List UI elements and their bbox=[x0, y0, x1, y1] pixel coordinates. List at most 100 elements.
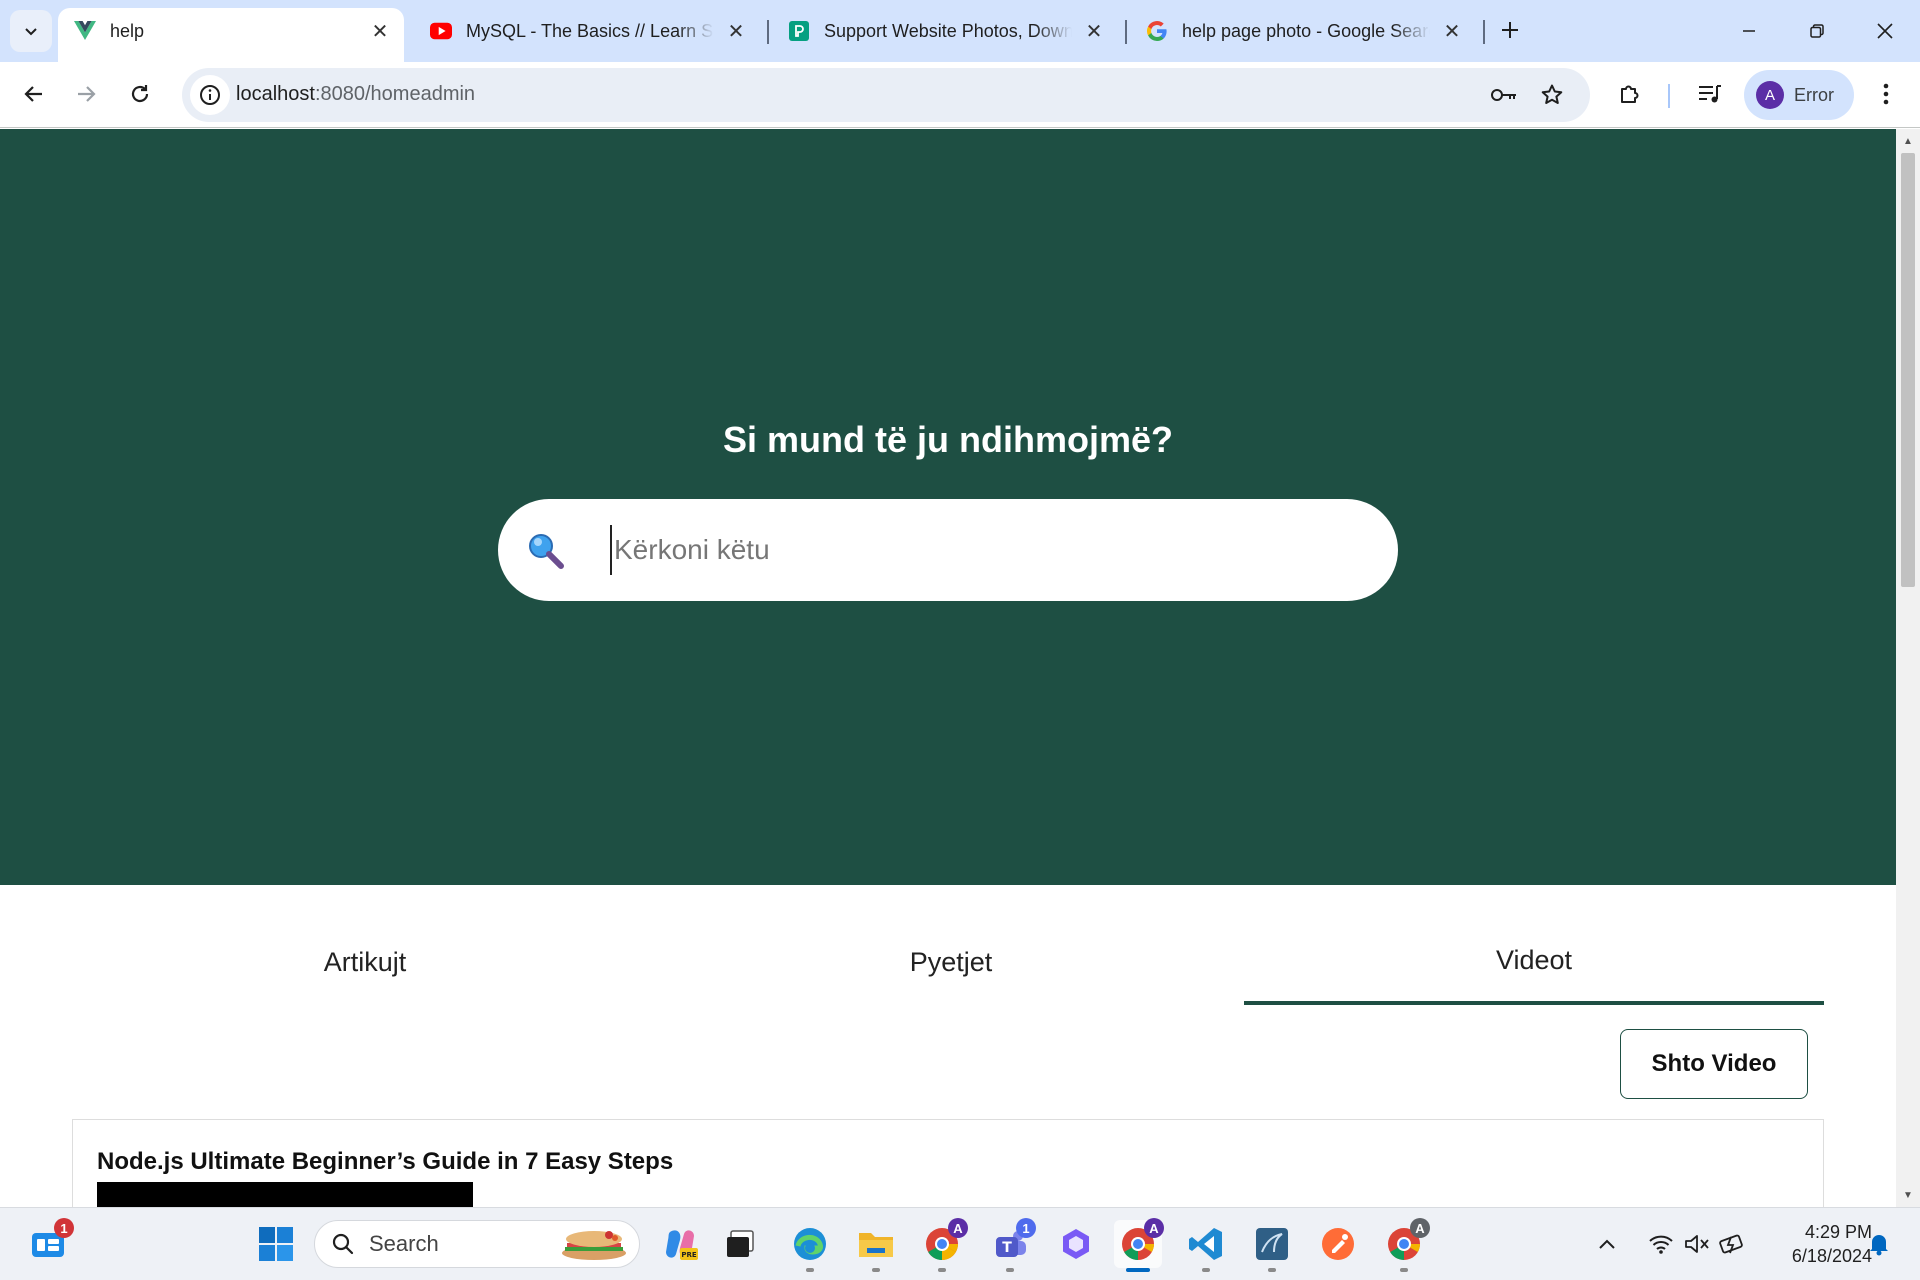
widgets-badge: 1 bbox=[54, 1218, 74, 1238]
close-window-button[interactable] bbox=[1852, 0, 1918, 62]
browser-tab-pexels[interactable]: Support Website Photos, Download ✕ bbox=[772, 8, 1118, 54]
teams-app[interactable]: T 1 bbox=[986, 1218, 1036, 1272]
running-indicator bbox=[1202, 1268, 1210, 1272]
chrome-app[interactable]: A bbox=[1114, 1218, 1164, 1272]
task-view-icon bbox=[727, 1230, 754, 1257]
postman-icon bbox=[1322, 1228, 1354, 1260]
video-player[interactable] bbox=[97, 1182, 473, 1207]
wifi-button[interactable] bbox=[1644, 1220, 1678, 1268]
close-icon[interactable]: ✕ bbox=[724, 19, 748, 43]
profile-status-label: Error bbox=[1794, 84, 1834, 105]
restore-button[interactable] bbox=[1784, 0, 1850, 62]
browser-tab-mysql[interactable]: MySQL - The Basics // Learn SQL ✕ bbox=[414, 8, 760, 54]
mysql-workbench-app[interactable] bbox=[1248, 1220, 1296, 1272]
key-icon bbox=[1491, 89, 1516, 101]
tab-artikujt[interactable]: Artikujt bbox=[72, 919, 658, 1005]
queue-music-icon bbox=[1699, 85, 1721, 103]
chrome-profile-badge: A bbox=[1410, 1218, 1430, 1238]
chevron-up-icon bbox=[1599, 1239, 1615, 1249]
edge-icon bbox=[794, 1228, 826, 1260]
browser-menu-button[interactable] bbox=[1866, 74, 1906, 114]
minimize-button[interactable] bbox=[1716, 0, 1782, 62]
battery-button[interactable] bbox=[1716, 1220, 1750, 1268]
taskbar-clock[interactable]: 4:29 PM 6/18/2024 bbox=[1762, 1220, 1872, 1268]
minimize-icon bbox=[1743, 30, 1755, 32]
copilot-app[interactable]: PRE bbox=[656, 1220, 704, 1268]
new-tab-button[interactable] bbox=[1492, 12, 1528, 48]
back-button[interactable] bbox=[12, 72, 56, 116]
tab-separator bbox=[1125, 20, 1127, 44]
mysql-workbench-icon bbox=[1256, 1228, 1288, 1260]
help-search-box[interactable] bbox=[498, 499, 1398, 601]
edge-app[interactable] bbox=[786, 1220, 834, 1272]
info-icon bbox=[200, 85, 220, 105]
show-hidden-icons-button[interactable] bbox=[1590, 1220, 1624, 1268]
close-icon[interactable]: ✕ bbox=[1440, 19, 1464, 43]
chrome-profile-app[interactable]: A bbox=[918, 1218, 968, 1272]
chevron-down-icon bbox=[25, 28, 37, 36]
close-icon[interactable]: ✕ bbox=[1082, 19, 1106, 43]
magnifier-icon bbox=[529, 534, 564, 569]
avatar: A bbox=[1756, 81, 1784, 109]
running-indicator bbox=[1268, 1268, 1276, 1272]
wifi-icon bbox=[1649, 1235, 1673, 1254]
reload-button[interactable] bbox=[118, 72, 162, 116]
folder-icon bbox=[859, 1233, 893, 1257]
restore-icon bbox=[1810, 24, 1824, 38]
scroll-up-icon[interactable]: ▲ bbox=[1902, 135, 1914, 147]
bookmark-star-button[interactable] bbox=[1534, 77, 1570, 113]
copilot-hub-app[interactable] bbox=[1052, 1220, 1100, 1268]
browser-toolbar: localhost:8080/homeadmin A Error bbox=[0, 62, 1920, 128]
notifications-button[interactable] bbox=[1862, 1220, 1896, 1268]
pexels-icon bbox=[788, 20, 810, 42]
video-title[interactable]: Node.js Ultimate Beginner’s Guide in 7 E… bbox=[97, 1148, 673, 1176]
file-explorer-app[interactable] bbox=[852, 1220, 900, 1272]
tab-videot[interactable]: Videot bbox=[1244, 919, 1824, 1005]
password-key-button[interactable] bbox=[1486, 77, 1522, 113]
arrow-right-icon bbox=[78, 86, 96, 102]
page-title: Si mund të ju ndihmojmë? bbox=[723, 419, 1173, 460]
page-scrollbar[interactable]: ▲ ▼ bbox=[1896, 129, 1920, 1207]
close-icon bbox=[1877, 23, 1893, 39]
running-indicator bbox=[1400, 1268, 1408, 1272]
extensions-button[interactable] bbox=[1610, 74, 1650, 114]
running-indicator bbox=[1126, 1268, 1150, 1272]
browser-tab-help[interactable]: help ✕ bbox=[58, 8, 404, 62]
scrollbar-thumb[interactable] bbox=[1901, 153, 1915, 587]
youtube-icon bbox=[430, 20, 452, 42]
address-bar[interactable]: localhost:8080/homeadmin bbox=[182, 68, 1590, 122]
forward-button[interactable] bbox=[64, 72, 108, 116]
puzzle-icon bbox=[1621, 85, 1639, 103]
volume-button[interactable] bbox=[1680, 1220, 1714, 1268]
browser-tab-google[interactable]: help page photo - Google Search ✕ bbox=[1130, 8, 1476, 54]
scroll-down-icon[interactable]: ▼ bbox=[1902, 1189, 1914, 1201]
tab-search-button[interactable] bbox=[10, 10, 52, 52]
url-host: localhost bbox=[236, 83, 315, 105]
search-input[interactable] bbox=[610, 525, 1350, 575]
windows-icon bbox=[259, 1227, 293, 1261]
browser-titlebar: help ✕ MySQL - The Basics // Learn SQL ✕… bbox=[0, 0, 1920, 62]
profile-button[interactable]: A Error bbox=[1744, 70, 1854, 120]
start-button[interactable] bbox=[252, 1220, 300, 1268]
site-info-button[interactable] bbox=[190, 75, 230, 115]
running-indicator bbox=[872, 1268, 880, 1272]
vscode-icon bbox=[1189, 1228, 1222, 1260]
tab-pyetjet[interactable]: Pyetjet bbox=[658, 919, 1244, 1005]
add-video-button[interactable]: Shto Video bbox=[1620, 1029, 1808, 1099]
task-view-app[interactable] bbox=[716, 1220, 764, 1268]
chrome-app-second[interactable]: A bbox=[1380, 1218, 1430, 1272]
taskbar-search[interactable]: Search bbox=[314, 1220, 640, 1268]
windows-taskbar: 1 Search PRE A T 1 A A 4:29 PM 6/18/2024 bbox=[0, 1207, 1920, 1280]
battery-charging-icon bbox=[1719, 1234, 1743, 1254]
svg-text:PRE: PRE bbox=[681, 1251, 697, 1259]
plus-icon bbox=[1502, 22, 1518, 38]
vscode-app[interactable] bbox=[1182, 1220, 1230, 1272]
widgets-button[interactable]: 1 bbox=[24, 1218, 74, 1268]
bell-icon bbox=[1870, 1235, 1888, 1256]
close-icon[interactable]: ✕ bbox=[368, 19, 392, 43]
clock-date: 6/18/2024 bbox=[1791, 1246, 1872, 1266]
sandwich-icon bbox=[562, 1231, 626, 1260]
postman-app[interactable] bbox=[1314, 1220, 1362, 1268]
reload-icon bbox=[131, 85, 149, 103]
media-controls-button[interactable] bbox=[1690, 74, 1730, 114]
